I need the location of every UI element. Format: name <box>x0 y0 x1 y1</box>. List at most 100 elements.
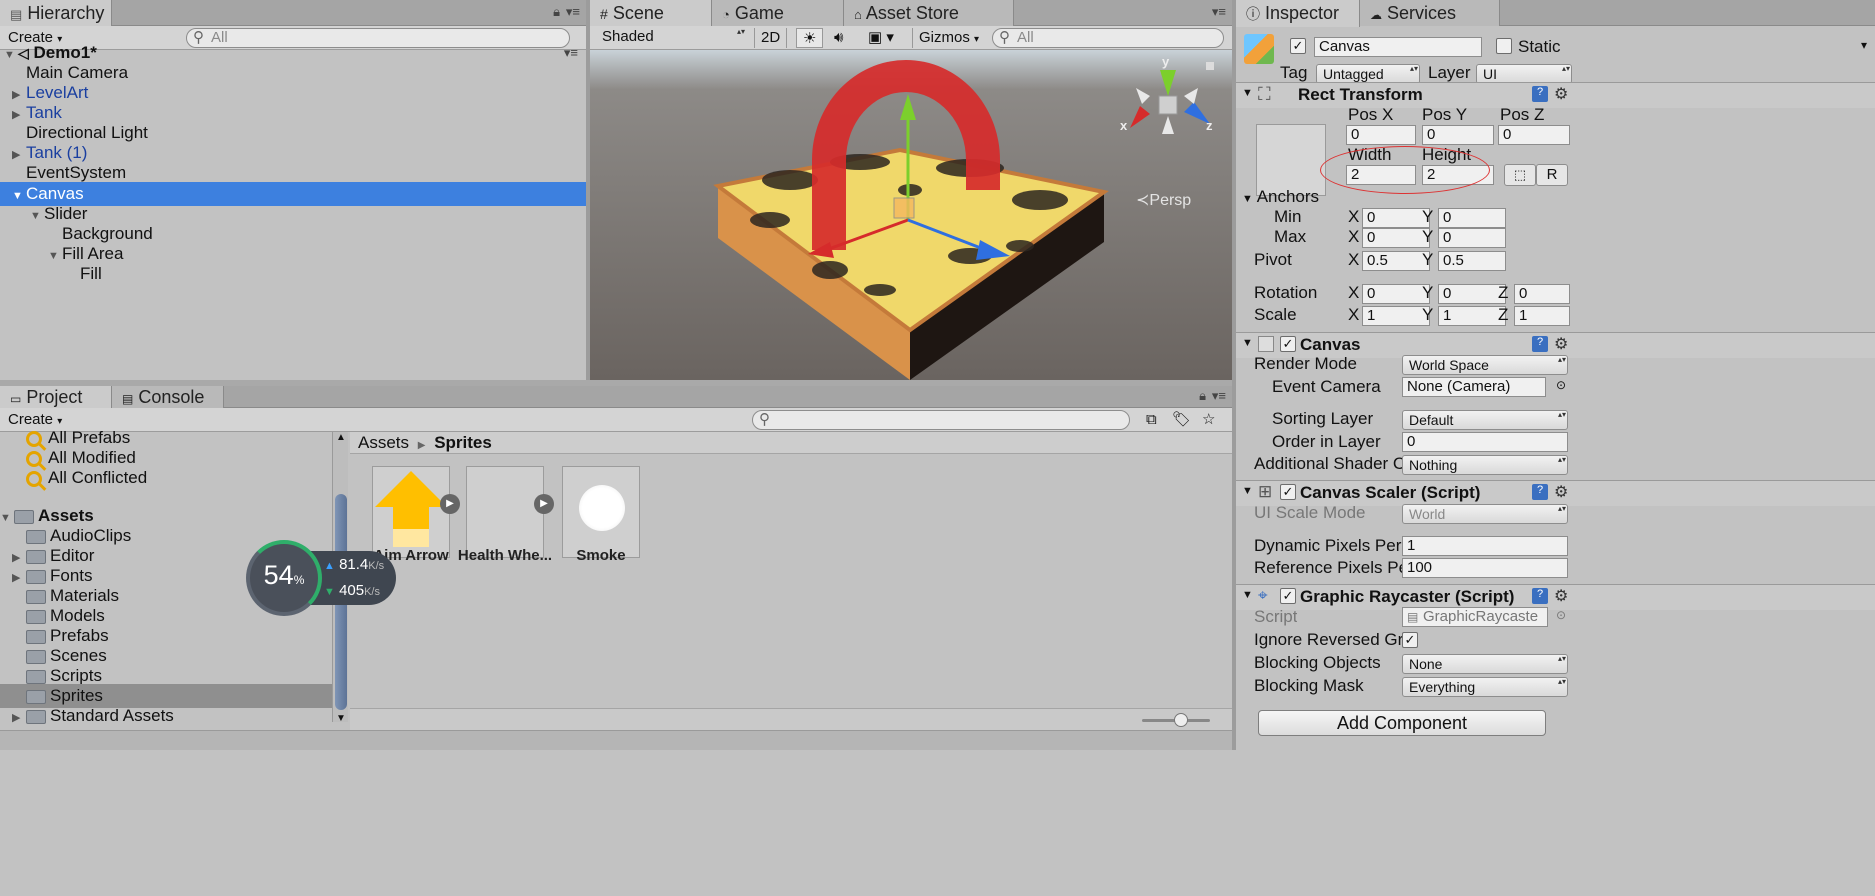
lock-icon[interactable]: 🔒︎ <box>553 4 560 20</box>
canvas-scaler-enabled-checkbox[interactable]: ✓ <box>1280 484 1296 500</box>
expand-triangle-icon[interactable]: ▼ <box>1242 589 1253 601</box>
favorites-star-icon[interactable]: ☆ <box>1196 410 1221 430</box>
anchor-min-y-field[interactable]: 0 <box>1438 208 1506 228</box>
static-dropdown-icon[interactable]: ▾ <box>1861 38 1867 52</box>
scale-z-field[interactable]: 1 <box>1514 306 1570 326</box>
static-checkbox[interactable] <box>1496 38 1512 54</box>
gear-icon[interactable]: ⚙ <box>1554 334 1568 354</box>
inspector-splitter[interactable] <box>1232 0 1236 750</box>
active-checkbox[interactable]: ✓ <box>1290 38 1306 54</box>
additional-shader-dropdown[interactable]: Nothing <box>1402 455 1568 475</box>
help-book-icon[interactable]: ? <box>1532 336 1548 352</box>
tab-inspector[interactable]: ⓘ Inspector <box>1236 0 1360 27</box>
audio-toggle-icon[interactable]: 🔊︎ <box>828 28 849 48</box>
scroll-up-icon[interactable]: ▲ <box>336 432 346 443</box>
tab-hierarchy[interactable]: ▤ Hierarchy <box>0 0 112 27</box>
projection-toggle[interactable]: ≺Persp <box>1136 190 1191 210</box>
blocking-objects-dropdown[interactable]: None <box>1402 654 1568 674</box>
scene-viewport[interactable] <box>590 50 1232 380</box>
help-book-icon[interactable]: ? <box>1532 484 1548 500</box>
help-book-icon[interactable]: ? <box>1532 86 1548 102</box>
object-name-field[interactable]: Canvas <box>1314 37 1482 57</box>
expand-triangle-icon[interactable]: ▼ <box>1242 87 1253 99</box>
hierarchy-item-fill[interactable]: Fill <box>0 262 586 286</box>
blocking-mask-dropdown[interactable]: Everything <box>1402 677 1568 697</box>
expand-triangle-icon[interactable]: ▼ <box>1242 337 1253 349</box>
rect-transform-header[interactable]: ▼ ⛶ Rect Transform ? ⚙ <box>1236 82 1875 108</box>
gear-icon[interactable]: ⚙ <box>1554 482 1568 502</box>
gear-icon[interactable]: ⚙ <box>1554 84 1568 104</box>
object-picker-icon[interactable]: ⊙ <box>1556 378 1566 392</box>
zoom-slider-handle[interactable] <box>1174 713 1188 727</box>
expand-triangle-icon[interactable]: ▼ <box>1242 193 1253 205</box>
panel-menu-icon[interactable]: ▾≡ <box>1212 4 1226 20</box>
layer-dropdown[interactable]: UI <box>1476 64 1572 84</box>
tab-services[interactable]: ☁ Services <box>1360 0 1500 26</box>
gizmos-dropdown[interactable]: Gizmos ▾ <box>912 28 985 48</box>
help-book-icon[interactable]: ? <box>1532 588 1548 604</box>
project-search-input[interactable]: ⚲ <box>752 410 1130 430</box>
order-in-layer-field[interactable]: 0 <box>1402 432 1568 452</box>
scene-panel: # Scene ◔ Game ⌂ Asset Store ▾≡ Shaded 2… <box>590 0 1232 380</box>
raw-edit-button[interactable]: R <box>1536 164 1568 186</box>
scroll-down-icon[interactable]: ▼ <box>336 713 346 724</box>
vertical-splitter[interactable] <box>586 0 590 380</box>
tag-dropdown[interactable]: Untagged <box>1316 64 1420 84</box>
zoom-slider[interactable] <box>1142 713 1210 727</box>
horizontal-splitter[interactable] <box>0 380 1236 386</box>
tab-project[interactable]: ▭ Project <box>0 386 112 409</box>
event-camera-field[interactable]: None (Camera) <box>1402 377 1546 397</box>
expand-triangle-icon[interactable]: ▶ <box>12 706 26 730</box>
lock-icon[interactable]: 🔒︎ <box>1199 388 1206 404</box>
tab-game[interactable]: ◔ Game <box>712 0 844 26</box>
blueprint-mode-button[interactable]: ⬚ <box>1504 164 1536 186</box>
anchor-min-x-field[interactable]: 0 <box>1362 208 1430 228</box>
sorting-layer-dropdown[interactable]: Default <box>1402 410 1568 430</box>
reference-pixels-field[interactable]: 100 <box>1402 558 1568 578</box>
pos-z-field[interactable]: 0 <box>1498 125 1570 145</box>
sprite-expand-play-icon[interactable]: ▶ <box>534 494 554 514</box>
sprite-expand-play-icon[interactable]: ▶ <box>440 494 460 514</box>
filter-by-label-icon[interactable]: 🏷︎ <box>1166 410 1197 430</box>
pivot-y-field[interactable]: 0.5 <box>1438 251 1506 271</box>
scale-x-field[interactable]: 1 <box>1362 306 1430 326</box>
folder-standard-assets[interactable]: ▶ Standard Assets <box>0 704 332 728</box>
ignore-reversed-checkbox[interactable]: ✓ <box>1402 632 1418 648</box>
lighting-toggle-icon[interactable]: ☀ <box>796 28 824 48</box>
shading-mode-dropdown[interactable]: Shaded <box>596 28 746 48</box>
breadcrumb-assets[interactable]: Assets <box>358 433 409 452</box>
favorite-all-conflicted[interactable]: All Conflicted <box>0 466 332 490</box>
network-speed-widget[interactable]: 54% ▲ 81.4K/s ▼ 405K/s <box>246 540 396 616</box>
mode-2d-button[interactable]: 2D <box>754 28 788 48</box>
panel-menu-icon[interactable]: ▾≡ <box>1212 388 1226 404</box>
gizmo-lock-icon[interactable] <box>1206 62 1214 70</box>
anchor-max-x-field[interactable]: 0 <box>1362 228 1430 248</box>
add-component-button[interactable]: Add Component <box>1258 710 1546 736</box>
effects-toggle-icon[interactable]: ▣ ▾ <box>862 28 900 48</box>
anchor-max-y-field[interactable]: 0 <box>1438 228 1506 248</box>
gear-icon[interactable]: ⚙ <box>1554 586 1568 606</box>
rotation-y-field[interactable]: 0 <box>1438 284 1506 304</box>
scale-y-field[interactable]: 1 <box>1438 306 1506 326</box>
panel-menu-icon[interactable]: ▾≡ <box>566 4 580 20</box>
pivot-x-field[interactable]: 0.5 <box>1362 251 1430 271</box>
tab-scene[interactable]: # Scene <box>590 0 712 27</box>
breadcrumb-sprites[interactable]: Sprites <box>434 433 492 452</box>
sprite-health-wheel-thumbnail[interactable] <box>466 466 544 558</box>
graphic-raycaster-header[interactable]: ▼ ⌖ ✓ Graphic Raycaster (Script) ? ⚙ <box>1236 584 1875 610</box>
raycaster-enabled-checkbox[interactable]: ✓ <box>1280 588 1296 604</box>
expand-triangle-icon[interactable]: ▼ <box>1242 485 1253 497</box>
filter-by-type-icon[interactable]: ⧉ <box>1140 410 1163 430</box>
tab-asset-store[interactable]: ⌂ Asset Store <box>844 0 1014 26</box>
rotation-x-field[interactable]: 0 <box>1362 284 1430 304</box>
pos-y-field[interactable]: 0 <box>1422 125 1494 145</box>
rotation-z-field[interactable]: 0 <box>1514 284 1570 304</box>
render-mode-dropdown[interactable]: World Space <box>1402 355 1568 375</box>
scene-search-input[interactable]: ⚲ All <box>992 28 1224 48</box>
tab-console[interactable]: ▤ Console <box>112 386 224 408</box>
canvas-enabled-checkbox[interactable]: ✓ <box>1280 336 1296 352</box>
object-picker-icon[interactable]: ⊙ <box>1556 608 1566 622</box>
sprite-smoke-thumbnail[interactable] <box>562 466 640 558</box>
pos-x-field[interactable]: 0 <box>1346 125 1416 145</box>
dynamic-pixels-field[interactable]: 1 <box>1402 536 1568 556</box>
